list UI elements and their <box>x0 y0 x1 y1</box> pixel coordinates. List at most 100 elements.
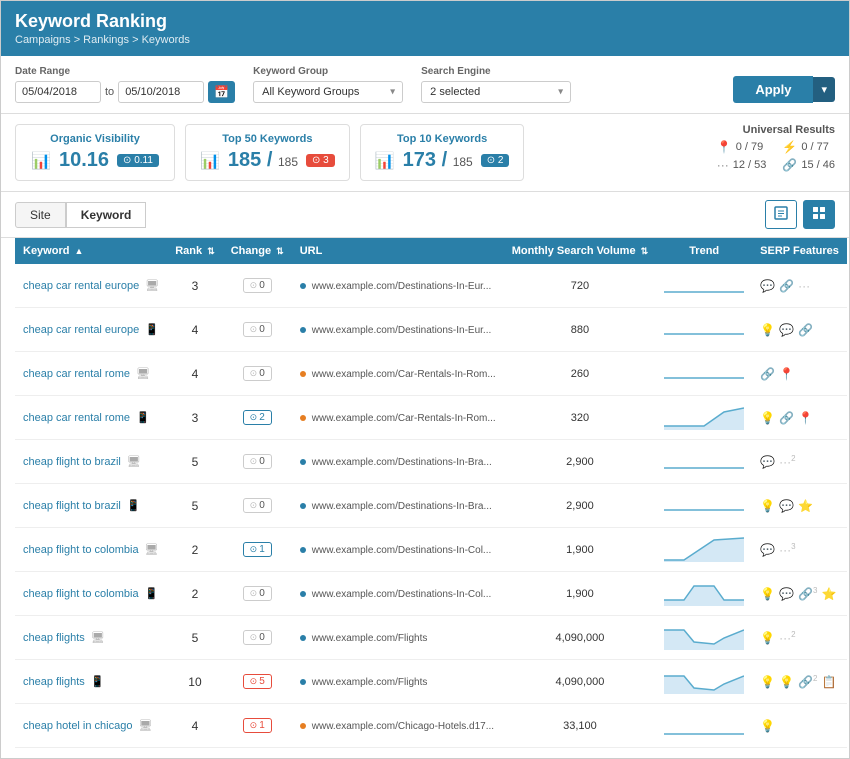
table-row: cheap car rental rome 📱 3 ⊙ 2 www.exampl… <box>15 396 847 440</box>
table-row: cheap hotel in chicago 🖥 4 ⊙ 1 www.examp… <box>15 704 847 748</box>
cell-rank-2: 4 <box>167 352 223 396</box>
keyword-link-10[interactable]: cheap hotel in chicago <box>23 720 132 732</box>
page-title: Keyword Ranking <box>15 11 835 32</box>
cell-url-0: www.example.com/Destinations-In-Eur... <box>292 264 504 308</box>
cell-url-10: www.example.com/Chicago-Hotels.d17... <box>292 704 504 748</box>
url-link-6[interactable]: www.example.com/Destinations-In-Col... <box>312 545 492 556</box>
cell-volume-4: 2,900 <box>504 440 656 484</box>
cell-keyword-7: cheap flight to colombia 📱 <box>15 572 167 616</box>
url-link-4[interactable]: www.example.com/Destinations-In-Bra... <box>312 457 492 468</box>
keyword-link-2[interactable]: cheap car rental rome <box>23 368 130 380</box>
url-link-8[interactable]: www.example.com/Flights <box>312 633 428 644</box>
calendar-button[interactable]: 📅 <box>208 81 235 103</box>
table-row: cheap flight to colombia 📱 2 ⊙ 0 www.exa… <box>15 572 847 616</box>
cell-serp-0: 💬🔗··· <box>752 264 847 308</box>
keyword-link-3[interactable]: cheap car rental rome <box>23 412 130 424</box>
cell-rank-4: 5 <box>167 440 223 484</box>
cell-serp-10: 💡 <box>752 704 847 748</box>
keyword-group-select[interactable]: All Keyword Groups <box>253 81 403 103</box>
tab-site[interactable]: Site <box>15 202 66 228</box>
cell-trend-7 <box>656 572 752 616</box>
cell-url-1: www.example.com/Destinations-In-Eur... <box>292 308 504 352</box>
col-url: URL <box>292 238 504 264</box>
cell-trend-1 <box>656 308 752 352</box>
keyword-link-0[interactable]: cheap car rental europe <box>23 280 139 292</box>
apply-dropdown-button[interactable]: ▾ <box>813 77 835 102</box>
url-link-2[interactable]: www.example.com/Car-Rentals-In-Rom... <box>312 369 496 380</box>
cell-volume-1: 880 <box>504 308 656 352</box>
cell-rank-10: 4 <box>167 704 223 748</box>
url-link-9[interactable]: www.example.com/Flights <box>312 677 428 688</box>
keyword-link-9[interactable]: cheap flights <box>23 676 85 688</box>
keyword-link-7[interactable]: cheap flight to colombia <box>23 588 139 600</box>
top50-value: 185 / 185 <box>228 149 298 172</box>
cell-change-5: ⊙ 0 <box>223 484 292 528</box>
cell-url-3: www.example.com/Car-Rentals-In-Rom... <box>292 396 504 440</box>
search-engine-select[interactable]: 2 selected <box>421 81 571 103</box>
organic-visibility-badge: ⊙ 0.11 <box>117 154 159 167</box>
cell-trend-6 <box>656 528 752 572</box>
cell-keyword-0: cheap car rental europe 🖥 <box>15 264 167 308</box>
cell-serp-2: 🔗📍 <box>752 352 847 396</box>
cell-serp-4: 💬···2 <box>752 440 847 484</box>
col-keyword: Keyword ▲ <box>15 238 167 264</box>
keyword-group-filter: Keyword Group All Keyword Groups <box>253 66 403 103</box>
url-link-5[interactable]: www.example.com/Destinations-In-Bra... <box>312 501 492 512</box>
cell-change-10: ⊙ 1 <box>223 704 292 748</box>
cell-keyword-1: cheap car rental europe 📱 <box>15 308 167 352</box>
date-range-group: Date Range to 📅 <box>15 66 235 103</box>
keyword-link-8[interactable]: cheap flights <box>23 632 85 644</box>
apply-button[interactable]: Apply <box>733 76 813 103</box>
url-link-10[interactable]: www.example.com/Chicago-Hotels.d17... <box>312 721 494 732</box>
ur-icon-link: 🔗 <box>782 158 797 172</box>
keyword-link-5[interactable]: cheap flight to brazil <box>23 500 121 512</box>
col-rank: Rank ⇅ <box>167 238 223 264</box>
rank-value-10: 4 <box>192 719 199 733</box>
date-to-input[interactable] <box>118 81 204 103</box>
date-range-label: Date Range <box>15 66 235 77</box>
top50-card: Top 50 Keywords 📊 185 / 185 ⊙ 3 <box>185 124 350 181</box>
organic-visibility-card: Organic Visibility 📊 10.16 ⊙ 0.11 <box>15 124 175 181</box>
table-row: cheap car rental rome 🖥 4 ⊙ 0 www.exampl… <box>15 352 847 396</box>
cell-serp-3: 💡🔗📍 <box>752 396 847 440</box>
table-row: cheap flight to brazil 🖥 5 ⊙ 0 www.examp… <box>15 440 847 484</box>
url-link-3[interactable]: www.example.com/Car-Rentals-In-Rom... <box>312 413 496 424</box>
ur-icon-pin: 📍 <box>717 140 732 154</box>
grid-icon-button[interactable] <box>803 200 835 229</box>
keyword-group-label: Keyword Group <box>253 66 403 77</box>
stats-bar: Organic Visibility 📊 10.16 ⊙ 0.11 Top 50… <box>1 114 849 192</box>
rank-value-4: 5 <box>192 455 199 469</box>
cell-keyword-5: cheap flight to brazil 📱 <box>15 484 167 528</box>
table-row: cheap car rental europe 🖥 3 ⊙ 0 www.exam… <box>15 264 847 308</box>
table-body: cheap car rental europe 🖥 3 ⊙ 0 www.exam… <box>15 264 847 748</box>
rank-value-3: 3 <box>192 411 199 425</box>
filters-bar: Date Range to 📅 Keyword Group All Keywor… <box>1 56 849 114</box>
keyword-link-4[interactable]: cheap flight to brazil <box>23 456 121 468</box>
ur-icon-more: ··· <box>717 158 729 172</box>
rank-value-6: 2 <box>192 543 199 557</box>
cell-url-6: www.example.com/Destinations-In-Col... <box>292 528 504 572</box>
cell-keyword-10: cheap hotel in chicago 🖥 <box>15 704 167 748</box>
url-link-1[interactable]: www.example.com/Destinations-In-Eur... <box>312 325 492 336</box>
table-row: cheap flight to colombia 🖥 2 ⊙ 1 www.exa… <box>15 528 847 572</box>
cell-trend-4 <box>656 440 752 484</box>
cell-url-5: www.example.com/Destinations-In-Bra... <box>292 484 504 528</box>
export-icon-button[interactable] <box>765 200 797 229</box>
cell-url-7: www.example.com/Destinations-In-Col... <box>292 572 504 616</box>
keyword-link-6[interactable]: cheap flight to colombia <box>23 544 139 556</box>
url-link-7[interactable]: www.example.com/Destinations-In-Col... <box>312 589 492 600</box>
url-link-0[interactable]: www.example.com/Destinations-In-Eur... <box>312 281 492 292</box>
cell-trend-2 <box>656 352 752 396</box>
keyword-link-1[interactable]: cheap car rental europe <box>23 324 139 336</box>
cell-change-2: ⊙ 0 <box>223 352 292 396</box>
cell-trend-3 <box>656 396 752 440</box>
ur-item-3: 🔗 15 / 46 <box>782 158 835 172</box>
top50-badge: ⊙ 3 <box>306 154 335 167</box>
rank-value-0: 3 <box>192 279 199 293</box>
date-from-input[interactable] <box>15 81 101 103</box>
cell-url-4: www.example.com/Destinations-In-Bra... <box>292 440 504 484</box>
cell-url-2: www.example.com/Car-Rentals-In-Rom... <box>292 352 504 396</box>
cell-keyword-2: cheap car rental rome 🖥 <box>15 352 167 396</box>
tab-keyword[interactable]: Keyword <box>66 202 147 228</box>
rank-value-1: 4 <box>192 323 199 337</box>
